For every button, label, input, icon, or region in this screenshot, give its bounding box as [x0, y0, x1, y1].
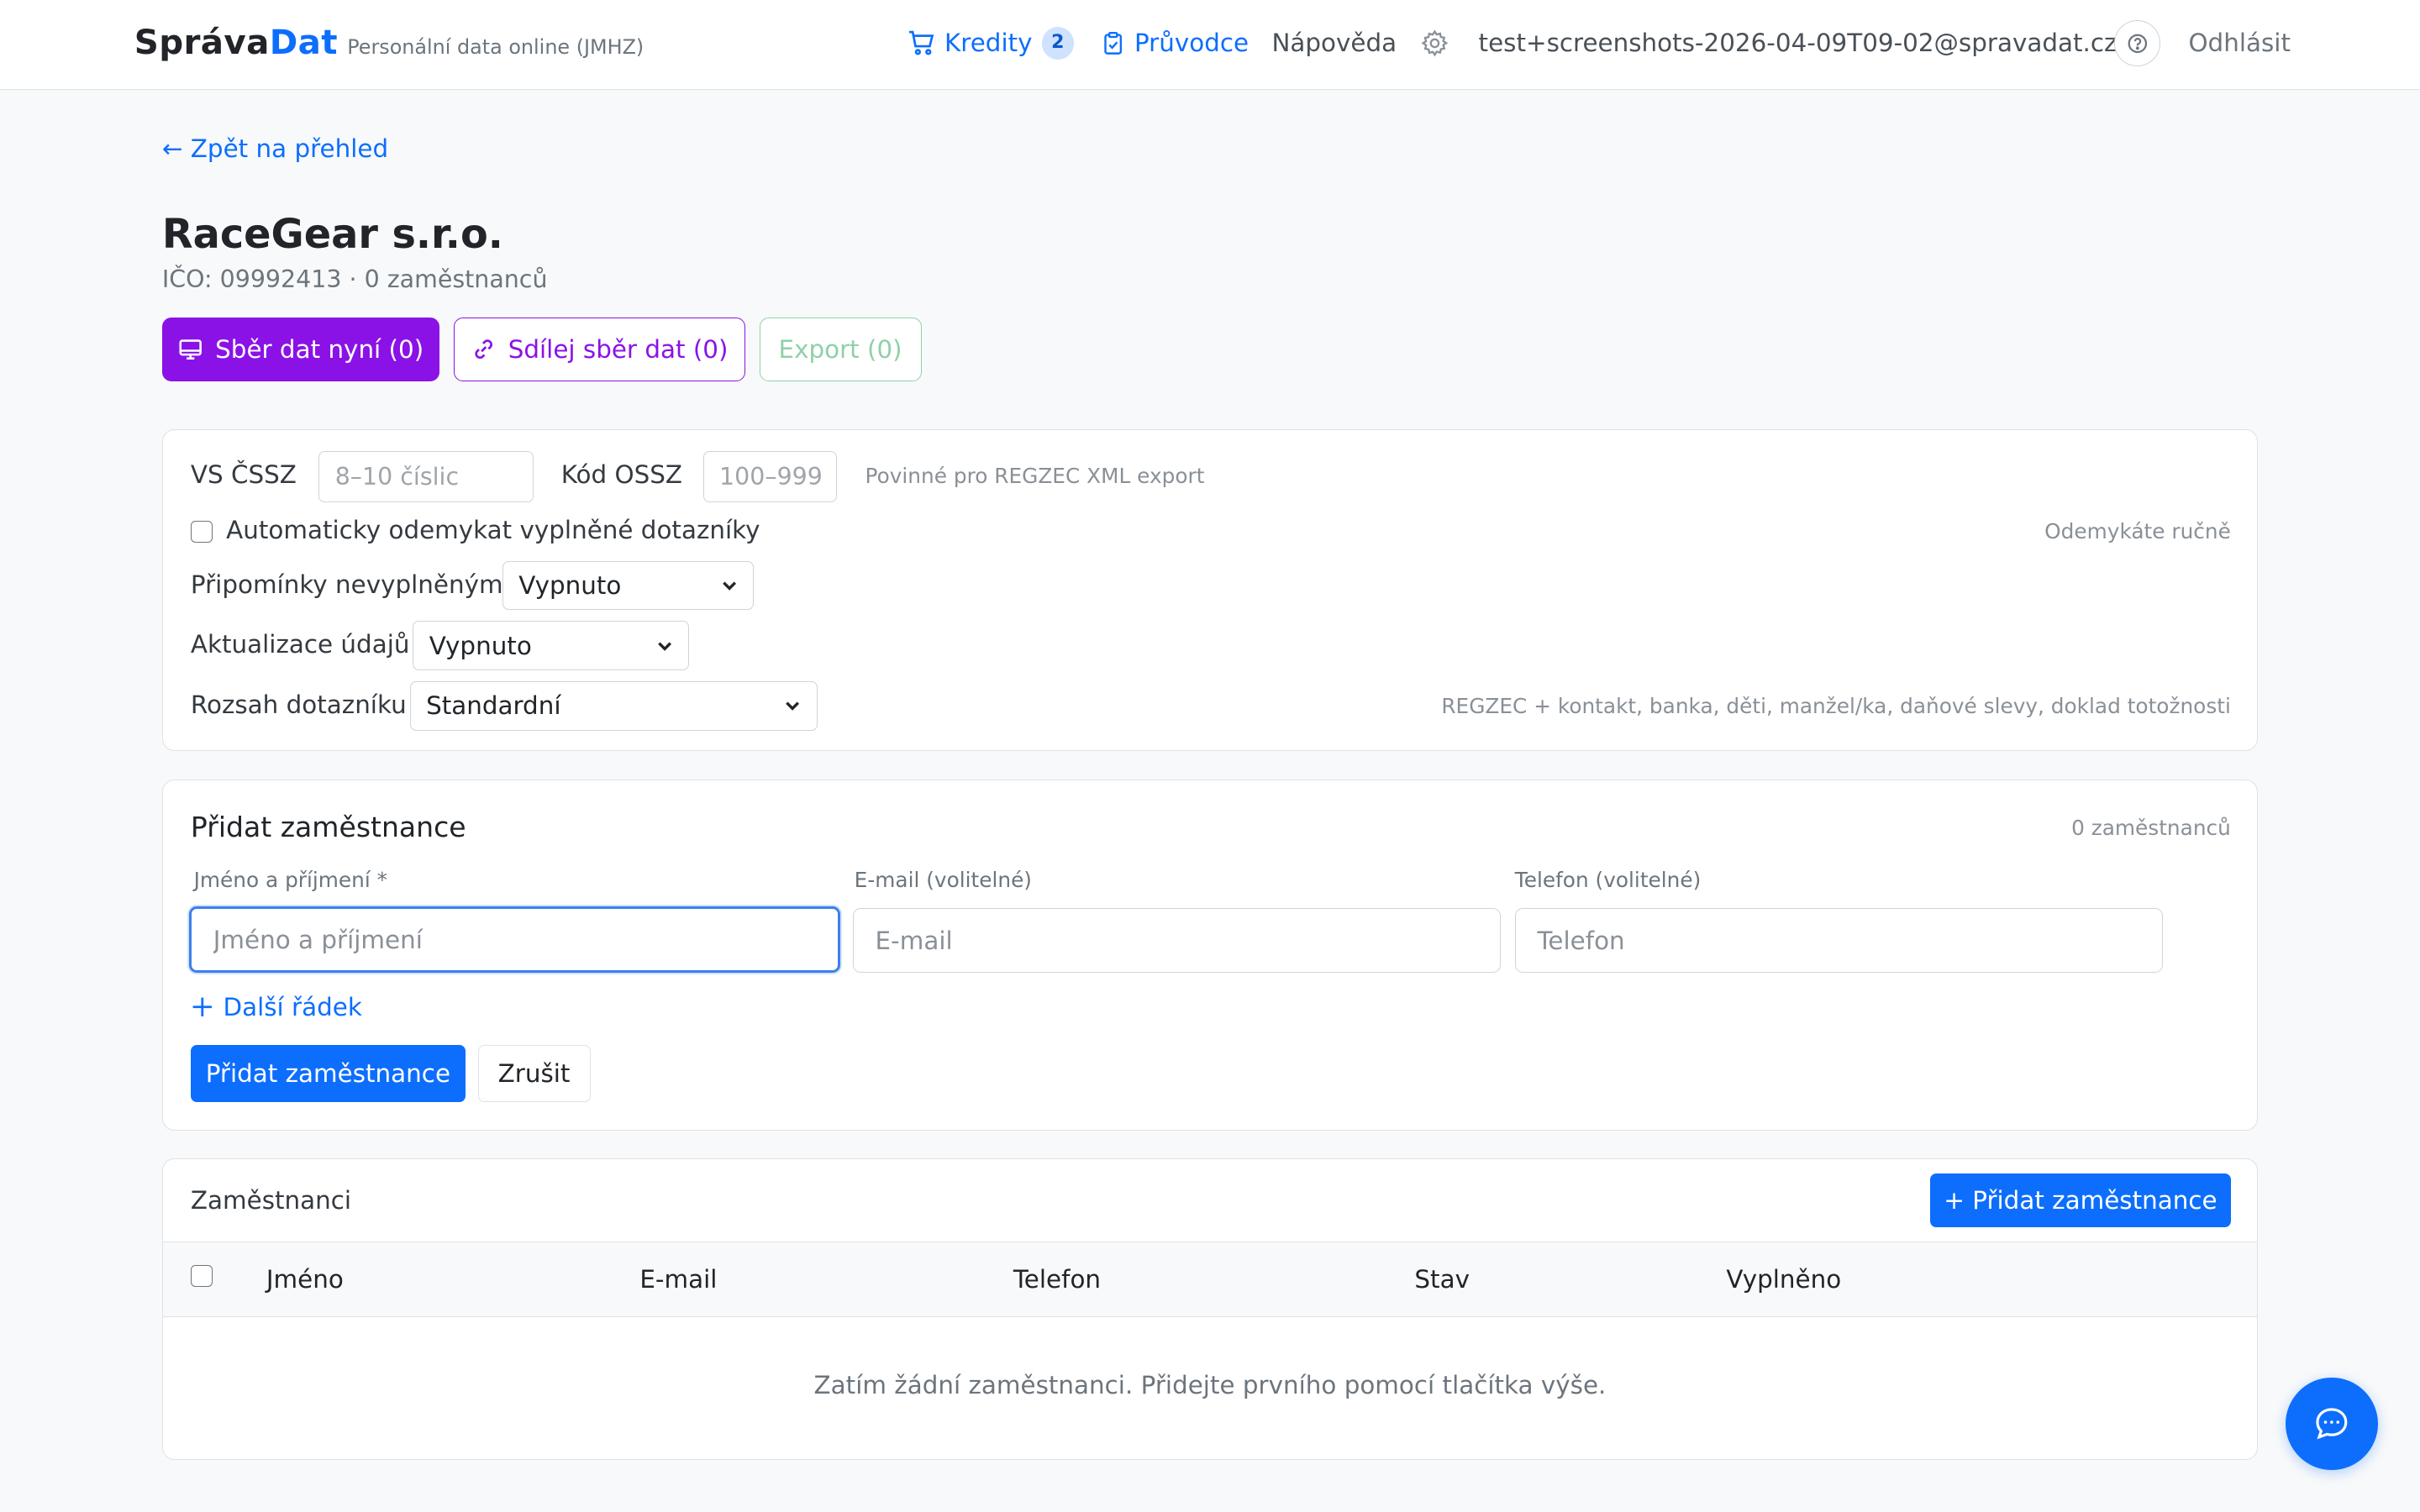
gear-icon [1421, 29, 1448, 57]
add-row-link[interactable]: Další řádek [191, 993, 362, 1021]
help-label: Nápověda [1271, 29, 1397, 58]
settings-card: VS ČSSZ Kód OSSZ Povinné pro REGZEC XML … [161, 428, 2259, 752]
share-collection-button[interactable]: Sdílej sběr dat (0) [453, 318, 746, 381]
plus-icon [192, 997, 212, 1017]
credits-label: Kredity [944, 29, 1033, 58]
vs-cssz-input[interactable] [318, 451, 534, 502]
ossz-code-input[interactable] [702, 451, 838, 502]
cancel-button[interactable]: Zrušit [477, 1045, 591, 1103]
user-email-text: test+screenshots-2026-04-09T09-02@sprava… [1478, 29, 2118, 58]
brand-logo[interactable]: SprávaDat [134, 22, 338, 62]
collect-now-button[interactable]: Sběr dat nyní (0) [161, 318, 440, 381]
question-circle-icon [2128, 34, 2148, 53]
back-to-overview-link[interactable]: ← Zpět na přehled [162, 134, 388, 163]
nav-guide[interactable]: Průvodce [1101, 0, 1249, 87]
chat-bubble-icon [2316, 1408, 2348, 1440]
employees-title: Zaměstnanci [190, 1185, 352, 1215]
add-employee-top-label: + Přidat zaměstnance [1944, 1186, 2217, 1215]
phone-field-label: Telefon (volitelné) [1514, 868, 1702, 893]
share-collection-label: Sdílej sběr dat (0) [508, 335, 729, 364]
vs-cssz-label: VS ČSSZ [190, 460, 297, 490]
updates-value: Vypnuto [429, 631, 532, 660]
add-employee-title: Přidat zaměstnance [190, 811, 466, 844]
reminders-select[interactable]: Vypnuto [502, 560, 755, 611]
column-header-phone[interactable]: Telefon [1013, 1265, 1101, 1294]
name-input[interactable] [189, 906, 841, 974]
add-employee-top-button[interactable]: + Přidat zaměstnance [1929, 1173, 2232, 1228]
updates-select[interactable]: Vypnuto [413, 621, 690, 671]
guide-label: Průvodce [1134, 29, 1249, 58]
auto-unlock-label[interactable]: Automaticky odemykat vyplněné dotazníky [226, 516, 760, 544]
scope-value: Standardní [426, 691, 561, 721]
scope-label: Rozsah dotazníku [190, 690, 407, 719]
table-header-row: Jméno E-mail Telefon Stav Vyplněno [162, 1241, 2258, 1317]
add-row-label: Další řádek [223, 992, 362, 1021]
company-meta: IČO: 09992413 · 0 zaměstnanců [161, 265, 548, 293]
help-circle-button[interactable] [2114, 0, 2161, 87]
cart-icon [909, 30, 934, 55]
scope-select[interactable]: Standardní [409, 680, 818, 731]
chevron-down-icon [657, 642, 671, 651]
brand-name-part2: Dat [269, 21, 338, 62]
select-all-checkbox[interactable] [190, 1265, 213, 1287]
reminders-value: Vypnuto [518, 571, 622, 601]
monitor-icon [179, 339, 202, 360]
collect-now-label: Sběr dat nyní (0) [215, 335, 424, 364]
nav-help[interactable]: Nápověda [1271, 0, 1397, 87]
page: SprávaDat Personální data online (JMHZ) … [0, 0, 2420, 1512]
export-button[interactable]: Export (0) [759, 318, 922, 381]
name-field-label: Jméno a příjmení * [193, 868, 387, 893]
ossz-code-label: Kód OSSZ [560, 460, 682, 490]
user-email: test+screenshots-2026-04-09T09-02@sprava… [1479, 0, 2118, 87]
updates-label: Aktualizace údajů [190, 630, 410, 659]
nav-credits[interactable]: Kredity 2 [908, 0, 1075, 87]
employee-count: 0 zaměstnanců [2071, 815, 2231, 840]
scope-hint: REGZEC + kontakt, banka, děti, manžel/ka… [1441, 693, 2231, 718]
employees-card: Zaměstnanci + Přidat zaměstnance Jméno E… [161, 1158, 2259, 1460]
column-header-filled[interactable]: Vyplněno [1726, 1265, 1841, 1294]
page-title: RaceGear s.r.o. [161, 211, 503, 258]
column-header-email[interactable]: E-mail [639, 1265, 717, 1294]
link-icon [474, 339, 492, 360]
empty-table-message: Zatím žádní zaměstnanci. Přidejte prvníh… [813, 1370, 1607, 1399]
auto-unlock-status: Odemykáte ručně [2044, 519, 2231, 544]
brand-name-part1: Správa [134, 21, 270, 62]
chevron-down-icon [786, 701, 800, 711]
column-header-status[interactable]: Stav [1414, 1265, 1470, 1294]
email-input[interactable] [852, 907, 1502, 974]
settings-button[interactable] [1420, 0, 1449, 87]
auto-unlock-checkbox[interactable] [190, 520, 213, 543]
column-header-name[interactable]: Jméno [266, 1265, 344, 1294]
logout-label: Odhlásit [2188, 29, 2291, 58]
phone-input[interactable] [1514, 907, 2164, 974]
brand-subtitle: Personální data online (JMHZ) [347, 35, 644, 60]
cancel-label: Zrušit [497, 1059, 571, 1089]
email-field-label: E-mail (volitelné) [854, 868, 1032, 893]
export-label: Export (0) [778, 335, 902, 364]
credits-badge: 2 [1041, 27, 1075, 60]
add-employee-card: Přidat zaměstnance 0 zaměstnanců Jméno a… [161, 779, 2259, 1131]
chat-button[interactable] [2286, 1378, 2379, 1471]
reminders-label: Připomínky nevyplněným [190, 570, 503, 599]
logout-link[interactable]: Odhlásit [2188, 0, 2291, 87]
top-navbar: SprávaDat Personální data online (JMHZ) … [0, 0, 2420, 90]
regzec-required-hint: Povinné pro REGZEC XML export [865, 464, 1205, 488]
add-employee-submit-label: Přidat zaměstnance [205, 1059, 451, 1089]
chevron-down-icon [722, 581, 736, 591]
add-employee-submit-button[interactable]: Přidat zaměstnance [190, 1045, 466, 1103]
clipboard-check-icon [1103, 31, 1122, 55]
